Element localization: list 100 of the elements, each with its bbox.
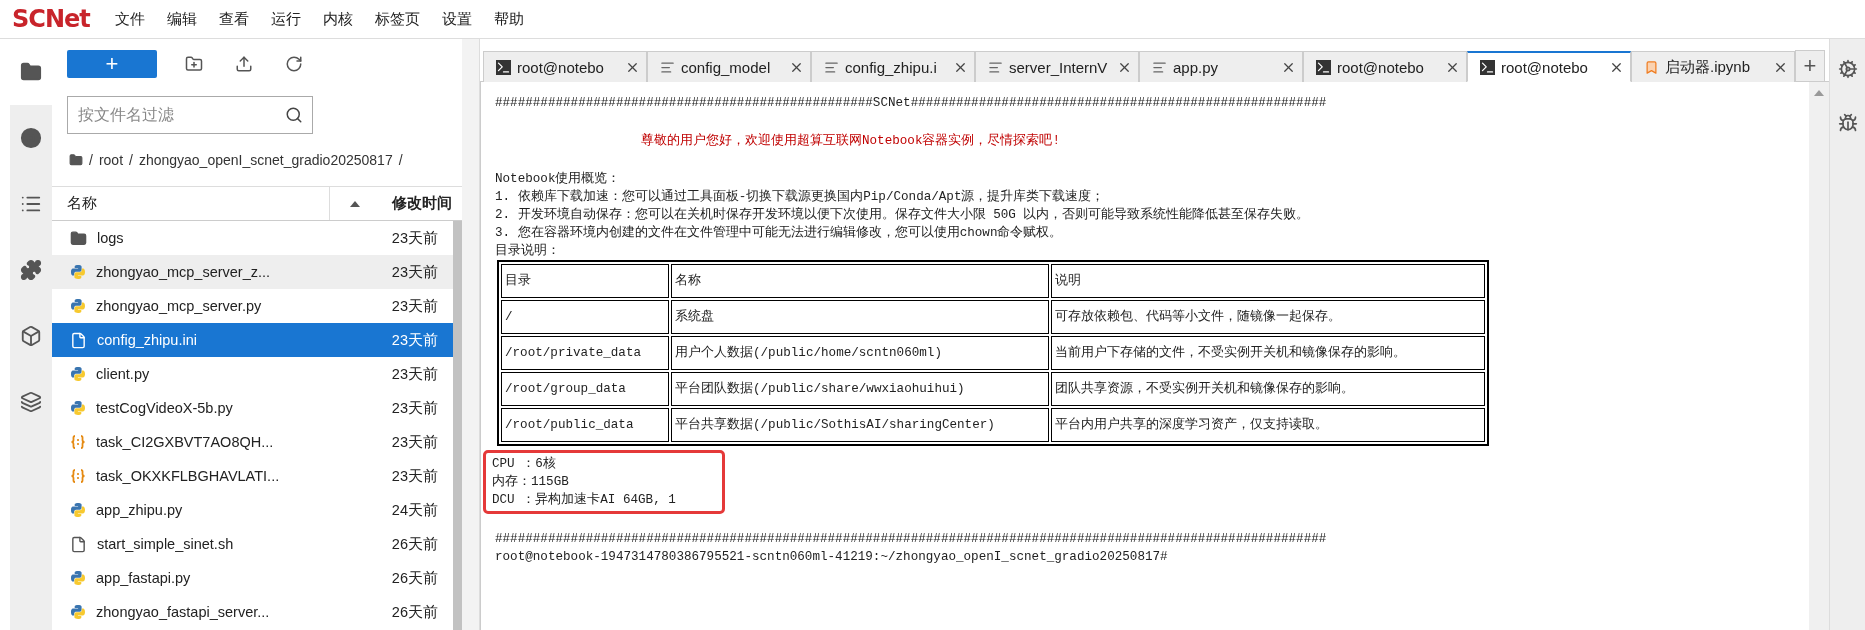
text-file-icon bbox=[1152, 59, 1167, 75]
terminal-line: 内存：115GB bbox=[492, 473, 570, 491]
braces-icon bbox=[70, 434, 86, 450]
python-icon bbox=[70, 502, 86, 518]
table-cell: 说明 bbox=[1051, 264, 1485, 298]
modified-time: 23天前 bbox=[391, 262, 438, 282]
file-name: task_OKXKFLBGHAVLATI... bbox=[96, 468, 281, 484]
editor-tab[interactable]: root@notebo bbox=[1303, 51, 1467, 82]
terminal-icon bbox=[496, 59, 511, 75]
editor-tab[interactable]: config_zhipu.i bbox=[811, 51, 975, 82]
breadcrumb-item[interactable]: / bbox=[129, 152, 133, 168]
editor-tab[interactable]: root@notebo bbox=[483, 51, 647, 82]
python-icon bbox=[70, 298, 86, 314]
file-icon bbox=[70, 535, 87, 553]
table-cell: 目录 bbox=[501, 264, 669, 298]
file-row[interactable]: start_simple_sinet.sh 26天前 bbox=[52, 527, 453, 561]
file-row[interactable]: task_CI2GXBVT7AO8QH... 23天前 bbox=[52, 425, 453, 459]
menu-item[interactable]: 运行 bbox=[259, 9, 312, 29]
file-row[interactable]: zhongyao_mcp_server_z... 23天前 bbox=[52, 255, 453, 289]
braces-icon bbox=[70, 468, 86, 484]
settings-icon[interactable] bbox=[1837, 59, 1858, 79]
modified-time: 23天前 bbox=[391, 228, 438, 248]
file-row[interactable]: task_OKXKFLBGHAVLATI... 23天前 bbox=[52, 459, 453, 493]
breadcrumb-item[interactable]: root bbox=[98, 152, 123, 168]
file-name: testCogVideoX-5b.py bbox=[96, 400, 234, 416]
editor-tab[interactable]: server_InternV bbox=[975, 51, 1139, 82]
breadcrumb-item[interactable]: / bbox=[89, 152, 93, 168]
table-cell: 团队共享资源，不受实例开关机和镜像保存的影响。 bbox=[1051, 372, 1485, 406]
table-cell: /root/group_data bbox=[501, 372, 669, 406]
terminal-line: 3. 您在容器环境内创建的文件在文件管理中可能无法进行编辑修改，您可以使用chown命令赋权。 bbox=[495, 224, 1064, 242]
menu-item[interactable]: 文件 bbox=[103, 9, 156, 29]
sort-caret-icon[interactable] bbox=[350, 200, 360, 207]
column-header[interactable]: 修改时间 bbox=[392, 194, 452, 213]
file-row[interactable]: app_fastapi.py 26天前 bbox=[52, 561, 453, 595]
python-icon bbox=[70, 366, 86, 382]
file-name: app_fastapi.py bbox=[96, 570, 192, 586]
upload-icon[interactable] bbox=[235, 55, 253, 73]
editor-tab[interactable]: config_model bbox=[647, 51, 811, 82]
refresh-icon[interactable] bbox=[285, 55, 303, 73]
scrollbar[interactable] bbox=[1809, 82, 1829, 630]
editor-tab[interactable]: 启动器.ipynb bbox=[1631, 51, 1795, 82]
terminal-line: ##################################################SCNet####################################################### bbox=[495, 95, 1328, 112]
menu-item[interactable]: 编辑 bbox=[155, 9, 208, 29]
table-cell: 平台内用户共享的深度学习资产，仅支持读取。 bbox=[1051, 408, 1485, 442]
terminal-line: 2. 开发环境自动保存：您可以在关机时保存开发环境以便下次使用。保存文件大小限 50G 以内，否则可能导致系统性能降低甚至保存失败。 bbox=[495, 206, 1311, 224]
modified-time: 24天前 bbox=[391, 500, 438, 520]
new-tab-button[interactable]: + bbox=[1795, 50, 1825, 81]
file-row[interactable]: logs 23天前 bbox=[52, 221, 453, 255]
file-row[interactable]: config_zhipu.ini 23天前 bbox=[52, 323, 453, 357]
filter-field[interactable]: 按文件名过滤 bbox=[67, 96, 313, 134]
scrollbar[interactable] bbox=[453, 221, 462, 630]
terminal-icon bbox=[1316, 59, 1331, 75]
bug-icon[interactable] bbox=[1837, 113, 1858, 133]
modified-time: 23天前 bbox=[391, 432, 438, 452]
menu-item[interactable]: 标签页 bbox=[363, 9, 431, 29]
breadcrumb-item[interactable]: / bbox=[398, 152, 403, 168]
file-name: config_zhipu.ini bbox=[97, 332, 198, 348]
table-cell: 平台共享数据(/public/SothisAI/sharingCenter) bbox=[671, 408, 1049, 442]
menu-item[interactable]: 帮助 bbox=[482, 9, 535, 29]
folder-icon[interactable] bbox=[69, 153, 83, 167]
editor-tab[interactable]: root@notebo bbox=[1467, 51, 1631, 82]
file-name: logs bbox=[97, 230, 125, 246]
terminal-line: 尊敬的用户您好，欢迎使用超算互联网Notebook容器实例，尽情探索吧! bbox=[640, 132, 1062, 150]
file-name: zhongyao_mcp_server.py bbox=[96, 298, 263, 314]
terminal-icon bbox=[1480, 59, 1495, 75]
layers-icon bbox=[20, 391, 42, 413]
new-folder-icon[interactable] bbox=[185, 55, 203, 73]
file-row[interactable]: client.py 23天前 bbox=[52, 357, 453, 391]
search-icon bbox=[285, 106, 303, 124]
terminal-line: Notebook使用概览： bbox=[495, 170, 622, 188]
scnet-logo: SCNet bbox=[12, 5, 90, 33]
file-icon bbox=[70, 331, 87, 349]
editor-tab[interactable]: app.py bbox=[1139, 51, 1303, 82]
file-name: task_CI2GXBVT7AO8QH... bbox=[96, 434, 275, 450]
text-file-icon bbox=[660, 59, 675, 75]
menu-item[interactable]: 内核 bbox=[311, 9, 364, 29]
file-row[interactable]: testCogVideoX-5b.py 23天前 bbox=[52, 391, 453, 425]
table-cell: 平台团队数据(/public/share/wwxiaohuihui) bbox=[671, 372, 1049, 406]
column-header[interactable]: 名称 bbox=[52, 194, 329, 213]
modified-time: 23天前 bbox=[391, 398, 438, 418]
new-launcher-button[interactable]: + bbox=[67, 50, 157, 78]
table-cell: 用户个人数据(/public/home/scntn060ml) bbox=[671, 336, 1049, 370]
modified-time: 23天前 bbox=[391, 296, 438, 316]
breadcrumb-item[interactable]: zhongyao_openI_scnet_gradio20250817 bbox=[138, 152, 393, 168]
menu-item[interactable]: 查看 bbox=[207, 9, 260, 29]
cube-icon bbox=[20, 325, 42, 347]
menu-item[interactable]: 设置 bbox=[430, 9, 483, 29]
file-name: app_zhipu.py bbox=[96, 502, 184, 518]
file-row[interactable]: app_zhipu.py 24天前 bbox=[52, 493, 453, 527]
python-icon bbox=[70, 570, 86, 586]
modified-time: 26天前 bbox=[391, 534, 438, 554]
file-row[interactable]: zhongyao_mcp_server.py 23天前 bbox=[52, 289, 453, 323]
file-name: zhongyao_mcp_server_z... bbox=[96, 264, 272, 280]
modified-time: 26天前 bbox=[391, 602, 438, 622]
table-cell: 可存放依赖包、代码等小文件，随镜像一起保存。 bbox=[1051, 300, 1485, 334]
terminal-line: 目录说明： bbox=[495, 242, 561, 260]
file-row[interactable]: zhongyao_fastapi_server... 26天前 bbox=[52, 595, 453, 629]
terminal-line: ############################################################################################################## bbox=[495, 531, 1328, 548]
modified-time: 26天前 bbox=[391, 568, 438, 588]
terminal-line: CPU ：6核 bbox=[492, 455, 557, 473]
